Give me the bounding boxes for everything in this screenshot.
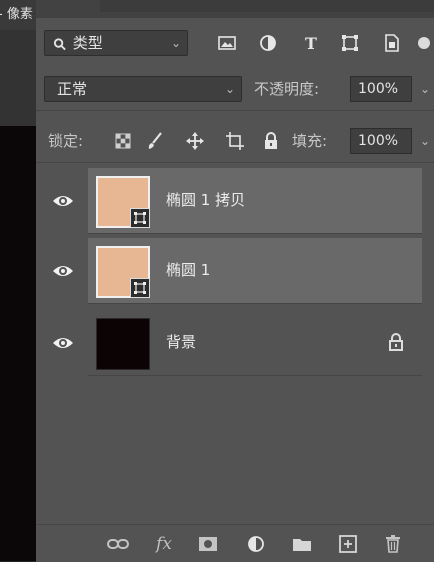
shape-filter-icon[interactable] [339,32,361,54]
layers-bottom-bar: fx [36,524,434,562]
fill-label: 填充: [292,132,328,150]
document-tab-label: - 像素 [0,7,33,22]
layer-thumbnail [96,246,150,298]
link-layers-icon[interactable] [107,533,129,555]
image-filter-icon[interactable] [216,32,238,54]
fill-value: 100% [358,133,399,149]
filter-row: 类型 ⌄ T [36,26,434,62]
opacity-value: 100% [358,81,399,97]
add-mask-icon[interactable] [197,533,219,555]
layer-name: 背景 [166,333,197,351]
fill-field[interactable]: 100% [350,128,412,154]
filter-toggle-icon[interactable] [414,32,434,54]
visibility-toggle[interactable] [36,310,88,376]
smart-object-filter-icon[interactable] [381,32,403,54]
layer-body[interactable]: 背景 [88,310,422,376]
layer-thumbnail [96,176,150,228]
divider [36,162,434,163]
search-icon [53,37,66,50]
layers-panel: 类型 ⌄ T 正常 ⌄ 不透明度: 100% ⌄ 锁定: 填充: 100% ⌄ … [36,0,434,562]
opacity-label: 不透明度: [254,80,320,98]
lock-icon [389,333,403,351]
filter-kind-dropdown[interactable]: 类型 ⌄ [44,30,188,56]
lock-position-icon[interactable] [186,132,204,150]
blend-mode-dropdown[interactable]: 正常 ⌄ [44,76,242,102]
lock-image-pixels-icon[interactable] [146,132,164,150]
adjustment-filter-icon[interactable] [257,32,279,54]
blend-mode-value: 正常 [57,80,88,98]
lock-artboard-icon[interactable] [226,132,244,150]
blend-row: 正常 ⌄ 不透明度: 100% ⌄ [36,72,434,108]
chevron-down-icon[interactable]: ⌄ [420,76,430,102]
layer-row[interactable]: 椭圆 1 拷贝 [36,168,434,234]
document-toolbar-area [0,30,36,126]
layer-body[interactable]: 椭圆 1 拷贝 [88,168,422,234]
shape-layer-icon [130,278,150,298]
layer-thumbnail [96,318,150,370]
lock-label: 锁定: [48,132,84,150]
canvas-area [0,126,36,561]
adjustment-layer-icon[interactable] [245,533,267,555]
layer-row[interactable]: 背景 [36,310,434,376]
layer-row[interactable]: 椭圆 1 [36,238,434,304]
layer-name: 椭圆 1 拷贝 [166,191,246,209]
visibility-toggle[interactable] [36,168,88,234]
divider [36,110,434,111]
fx-icon[interactable]: fx [153,533,175,555]
chevron-down-icon: ⌄ [224,82,235,96]
lock-transparent-pixels-icon[interactable] [114,132,132,150]
layer-name: 椭圆 1 [166,261,211,279]
chevron-down-icon: ⌄ [170,36,181,50]
document-tab[interactable]: - 像素 [0,0,36,30]
shape-layer-icon [130,208,150,228]
lock-all-icon[interactable] [262,132,280,150]
new-layer-icon[interactable] [337,533,359,555]
eye-icon [53,196,73,206]
visibility-toggle[interactable] [36,238,88,304]
lock-row: 锁定: 填充: 100% ⌄ [36,126,434,156]
opacity-field[interactable]: 100% [350,76,412,102]
chevron-down-icon[interactable]: ⌄ [420,128,430,154]
type-filter-icon[interactable]: T [300,32,322,54]
panel-top-strip [36,0,434,18]
filter-kind-label: 类型 [72,34,103,52]
eye-icon [53,266,73,276]
group-folder-icon[interactable] [291,533,313,555]
eye-icon [53,338,73,348]
document-area: - 像素 [0,0,36,561]
trash-icon[interactable] [382,533,404,555]
panel-tab-header [100,0,434,12]
layer-body[interactable]: 椭圆 1 [88,238,422,304]
